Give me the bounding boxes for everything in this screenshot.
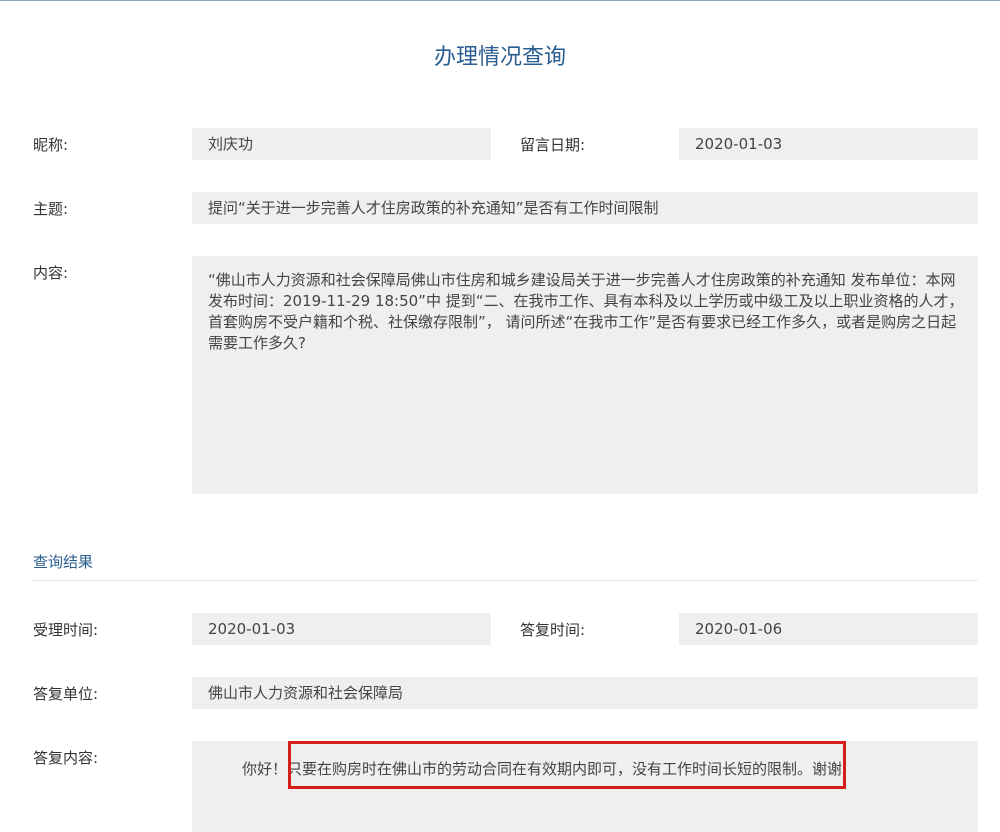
reply-unit-label: 答复单位: — [33, 685, 99, 703]
content-field: “佛山市人力资源和社会保障局佛山市住房和城乡建设局关于进一步完善人才住房政策的补… — [192, 256, 978, 494]
subject-field: 提问“关于进一步完善人才住房政策的补充通知”是否有工作时间限制 — [192, 192, 978, 224]
message-date-label: 留言日期: — [520, 136, 586, 154]
accept-time-label: 受理时间: — [33, 621, 99, 639]
subject-label: 主题: — [33, 200, 69, 218]
reply-time-field: 2020-01-06 — [679, 613, 978, 645]
content-label: 内容: — [33, 264, 69, 282]
message-date-field: 2020-01-03 — [679, 128, 978, 160]
nickname-field: 刘庆功 — [192, 128, 491, 160]
section-divider — [33, 580, 978, 581]
accept-time-field: 2020-01-03 — [192, 613, 491, 645]
result-section-title: 查询结果 — [33, 553, 94, 571]
reply-unit-field: 佛山市人力资源和社会保障局 — [192, 677, 978, 709]
page-title: 办理情况查询 — [433, 45, 566, 70]
nickname-label: 昵称: — [33, 136, 69, 154]
query-page: 办理情况查询 昵称: 刘庆功 留言日期: 2020-01-03 主题: 提问“关… — [0, 0, 1000, 832]
highlight-box — [288, 741, 846, 789]
reply-time-label: 答复时间: — [520, 621, 586, 639]
reply-content-label: 答复内容: — [33, 749, 99, 767]
